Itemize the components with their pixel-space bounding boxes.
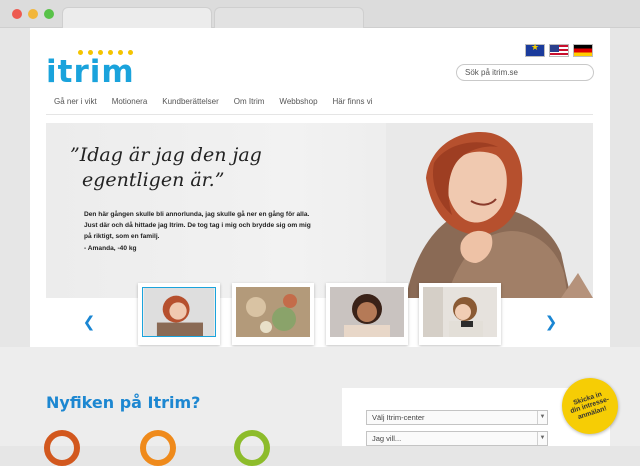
thumbnail-woman-smiling <box>330 287 404 337</box>
carousel-thumbnail-1[interactable] <box>138 283 220 345</box>
thumbnail-food-plate <box>236 287 310 337</box>
search-input[interactable]: Sök på itrim.se <box>456 64 594 81</box>
nav-item-har-finns-vi[interactable]: Här finns vi <box>333 97 373 113</box>
nav-divider <box>46 114 593 115</box>
step-circle-3[interactable] <box>234 430 270 466</box>
chevron-down-icon: ▼ <box>537 432 547 445</box>
hero-story: Den här gången skulle bli annorlunda, ja… <box>84 211 311 240</box>
chevron-down-icon: ▼ <box>537 411 547 424</box>
step-circle-1[interactable] <box>44 430 80 466</box>
center-select[interactable]: Välj Itrim-center ▼ <box>366 410 548 425</box>
nav-item-webbshop[interactable]: Webbshop <box>279 97 317 113</box>
browser-window: itrim Sök på itrim.se Gå ner i vikt Moti… <box>0 0 640 466</box>
intent-select[interactable]: Jag vill... ▼ <box>366 431 548 446</box>
language-flags <box>525 43 595 58</box>
browser-tab[interactable] <box>214 7 364 28</box>
chevron-right-icon[interactable]: ❯ <box>544 314 558 330</box>
intent-select-value: Jag vill... <box>372 434 402 443</box>
nav-item-ga-ner-i-vikt[interactable]: Gå ner i vikt <box>54 97 97 113</box>
carousel-thumbnail-2[interactable] <box>232 283 314 345</box>
browser-titlebar <box>0 0 640 28</box>
logo-text: itrim <box>46 54 135 90</box>
thumbnail-woman-laughing <box>142 287 216 337</box>
hero-signature: - Amanda, -40 kg <box>84 245 137 252</box>
nav-item-om-itrim[interactable]: Om Itrim <box>234 97 265 113</box>
thumbnail-woman-with-pony-tail <box>423 287 497 337</box>
browser-tab-active[interactable] <box>62 7 212 28</box>
section-heading: Nyfiken på Itrim? <box>46 393 201 412</box>
step-circle-2[interactable] <box>140 430 176 466</box>
de-flag-icon[interactable] <box>573 44 593 57</box>
minimize-window-button[interactable] <box>28 9 38 19</box>
hero-banner: ”Idag är jag den jag egentligen är.” Den… <box>46 123 593 298</box>
chevron-left-icon[interactable]: ❮ <box>82 314 96 330</box>
carousel-thumbnail-4[interactable] <box>419 283 501 345</box>
nav-item-kundberattelser[interactable]: Kundberättelser <box>162 97 218 113</box>
eu-flag-icon[interactable] <box>525 43 545 57</box>
us-flag-icon[interactable] <box>549 44 569 57</box>
hero-photo <box>386 123 593 298</box>
main-nav: Gå ner i vikt Motionera Kundberättelser … <box>54 97 594 113</box>
hero-quote-line-2: egentligen är.” <box>82 169 225 191</box>
nav-item-motionera[interactable]: Motionera <box>112 97 148 113</box>
itrim-logo[interactable]: itrim <box>46 50 135 90</box>
hero-quote: ”Idag är jag den jag egentligen är.” <box>70 143 360 193</box>
carousel-thumbnail-3[interactable] <box>326 283 408 345</box>
maximize-window-button[interactable] <box>44 9 54 19</box>
close-window-button[interactable] <box>12 9 22 19</box>
center-select-value: Välj Itrim-center <box>372 413 425 422</box>
hero-quote-line-1: ”Idag är jag den jag <box>70 144 262 166</box>
